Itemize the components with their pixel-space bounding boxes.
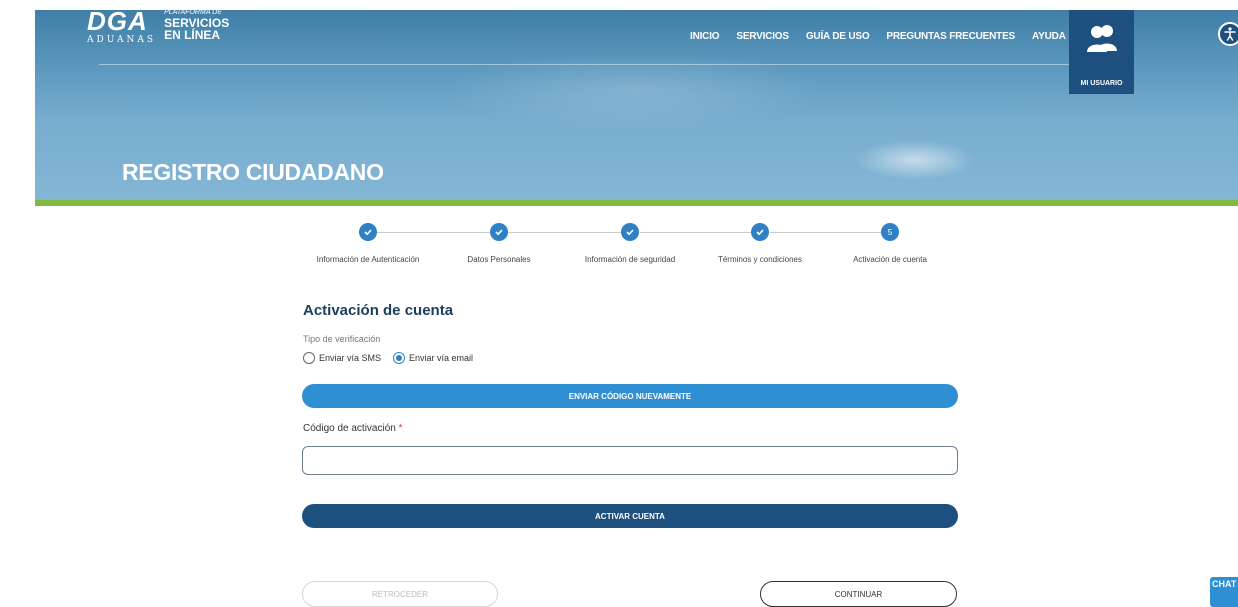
- chat-button[interactable]: CHAT: [1210, 577, 1238, 607]
- verification-type-label: Tipo de verificación: [303, 334, 381, 344]
- nav-servicios[interactable]: SERVICIOS: [736, 31, 789, 42]
- header-divider: [99, 64, 1099, 65]
- cloud-decoration: [435, 50, 835, 130]
- step-number-badge: 5: [881, 223, 899, 241]
- check-icon: [751, 223, 769, 241]
- step-label: Activación de cuenta: [853, 255, 927, 264]
- verification-options: Enviar vía SMS Enviar vía email: [303, 352, 479, 364]
- check-icon: [359, 223, 377, 241]
- check-icon: [490, 223, 508, 241]
- radio-sms[interactable]: [303, 352, 315, 364]
- option-sms-label: Enviar vía SMS: [319, 353, 382, 363]
- progress-stepper: Información de Autenticación Datos Perso…: [305, 223, 955, 268]
- step-datos-personales: Datos Personales: [429, 223, 569, 264]
- nav-preguntas-frecuentes[interactable]: PREGUNTAS FRECUENTES: [886, 31, 1015, 42]
- option-sms[interactable]: Enviar vía SMS: [303, 352, 381, 364]
- section-title: Activación de cuenta: [303, 302, 454, 319]
- step-activacion: 5 Activación de cuenta: [820, 223, 960, 264]
- check-icon: [621, 223, 639, 241]
- user-label: MI USUARIO: [1080, 80, 1123, 87]
- accessibility-button[interactable]: [1218, 22, 1238, 46]
- user-menu-button[interactable]: MI USUARIO: [1069, 10, 1134, 94]
- activate-account-button[interactable]: ACTIVAR CUENTA: [302, 504, 958, 528]
- page-title: REGISTRO CIUDADANO: [122, 159, 384, 185]
- step-label: Datos Personales: [467, 255, 531, 264]
- step-label: Términos y condiciones: [717, 255, 803, 264]
- resend-code-button[interactable]: ENVIAR CÓDIGO NUEVAMENTE: [302, 384, 958, 408]
- radio-email[interactable]: [393, 352, 406, 364]
- nav-guia-de-uso[interactable]: GUÍA DE USO: [806, 31, 870, 42]
- required-mark: *: [398, 423, 403, 434]
- accessibility-icon: [1224, 27, 1236, 41]
- activation-code-input[interactable]: [302, 446, 958, 475]
- logo-aduanas: ADUANAS: [87, 35, 157, 45]
- logo-tagline-line2: EN LÍNEA: [164, 28, 221, 42]
- nav-inicio[interactable]: INICIO: [690, 31, 720, 42]
- logo-mark: DGA ADUANAS: [87, 6, 157, 45]
- users-icon: [1086, 25, 1117, 52]
- site-logo[interactable]: DGA ADUANAS PLATAFORMA DE SERVICIOS EN L…: [87, 6, 229, 45]
- step-label: Información de Autenticación: [316, 255, 420, 264]
- step-terminos: Términos y condiciones: [690, 223, 830, 264]
- step-label: Información de seguridad: [584, 255, 676, 264]
- logo-dga: DGA: [87, 6, 148, 36]
- continue-button[interactable]: CONTINUAR: [760, 581, 957, 607]
- step-autenticacion: Información de Autenticación: [298, 223, 438, 264]
- cloud-decoration: [855, 140, 975, 180]
- main-nav: INICIO SERVICIOS GUÍA DE USO PREGUNTAS F…: [690, 31, 1066, 42]
- step-seguridad: Información de seguridad: [560, 223, 700, 264]
- activation-code-label-text: Código de activación: [303, 423, 396, 434]
- accent-bar: [35, 200, 1238, 206]
- logo-tagline: PLATAFORMA DE SERVICIOS EN LÍNEA: [164, 9, 229, 41]
- option-email[interactable]: Enviar vía email: [393, 352, 473, 364]
- chat-label: CHAT: [1212, 579, 1237, 589]
- option-email-label: Enviar vía email: [409, 353, 474, 363]
- back-button[interactable]: RETROCEDER: [302, 581, 498, 607]
- nav-ayuda[interactable]: AYUDA: [1032, 31, 1066, 42]
- activation-code-label: Código de activación *: [303, 423, 403, 434]
